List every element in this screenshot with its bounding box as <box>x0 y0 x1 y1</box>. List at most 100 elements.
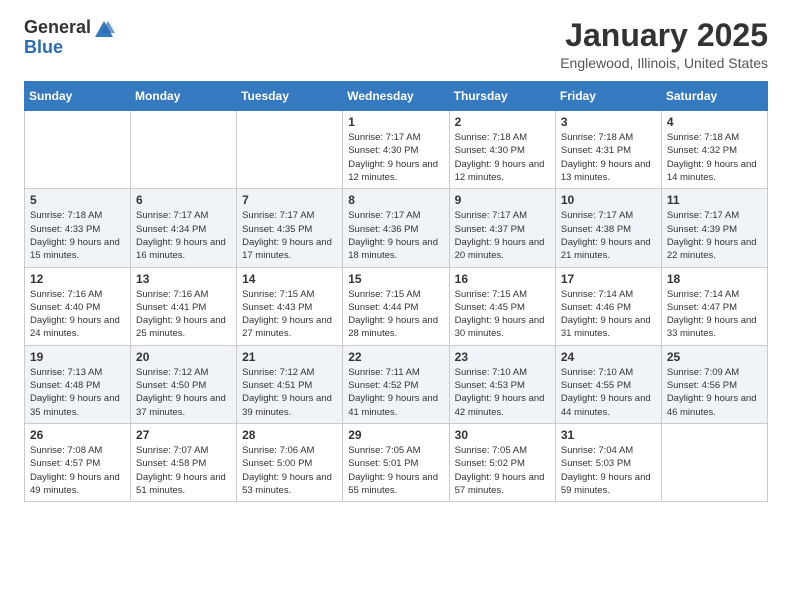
calendar-day-cell: 1Sunrise: 7:17 AM Sunset: 4:30 PM Daylig… <box>343 111 449 189</box>
day-number: 22 <box>348 350 443 364</box>
day-number: 8 <box>348 193 443 207</box>
day-info: Sunrise: 7:13 AM Sunset: 4:48 PM Dayligh… <box>30 366 125 419</box>
logo-general-text: General <box>24 18 91 38</box>
calendar-day-cell: 8Sunrise: 7:17 AM Sunset: 4:36 PM Daylig… <box>343 189 449 267</box>
day-info: Sunrise: 7:18 AM Sunset: 4:30 PM Dayligh… <box>455 131 550 184</box>
day-number: 6 <box>136 193 231 207</box>
day-info: Sunrise: 7:17 AM Sunset: 4:34 PM Dayligh… <box>136 209 231 262</box>
calendar-week-row: 19 Sunrise: 7:13 AM Sunset: 4:48 PM Dayli… <box>25 345 768 423</box>
day-info: Sunrise: 7:12 AM Sunset: 4:50 PM Dayligh… <box>136 366 231 419</box>
day-number: 19 <box>30 350 125 364</box>
day-number: 5 <box>30 193 125 207</box>
calendar-day-cell: 29 Sunrise: 7:05 AM Sunset: 5:01 PM Dayli… <box>343 423 449 501</box>
day-number: 15 <box>348 272 443 286</box>
day-info: Sunrise: 7:15 AM Sunset: 4:43 PM Dayligh… <box>242 288 337 341</box>
calendar-week-row: 5 Sunrise: 7:18 AM Sunset: 4:33 PM Daylig… <box>25 189 768 267</box>
calendar-day-cell <box>237 111 343 189</box>
day-info: Sunrise: 7:04 AM Sunset: 5:03 PM Dayligh… <box>561 444 656 497</box>
calendar-day-cell: 17Sunrise: 7:14 AM Sunset: 4:46 PM Dayli… <box>555 267 661 345</box>
day-number: 23 <box>455 350 550 364</box>
month-title: January 2025 <box>560 18 768 53</box>
logo-blue-text: Blue <box>24 38 115 58</box>
calendar-day-header: Monday <box>131 82 237 111</box>
calendar-day-cell: 7 Sunrise: 7:17 AM Sunset: 4:35 PM Daylig… <box>237 189 343 267</box>
day-info: Sunrise: 7:08 AM Sunset: 4:57 PM Dayligh… <box>30 444 125 497</box>
calendar-day-header: Friday <box>555 82 661 111</box>
calendar-day-cell: 3 Sunrise: 7:18 AM Sunset: 4:31 PM Daylig… <box>555 111 661 189</box>
calendar-day-cell: 13Sunrise: 7:16 AM Sunset: 4:41 PM Dayli… <box>131 267 237 345</box>
day-info: Sunrise: 7:10 AM Sunset: 4:53 PM Dayligh… <box>455 366 550 419</box>
calendar-day-cell: 30 Sunrise: 7:05 AM Sunset: 5:02 PM Dayli… <box>449 423 555 501</box>
calendar-day-cell: 23 Sunrise: 7:10 AM Sunset: 4:53 PM Dayli… <box>449 345 555 423</box>
day-number: 18 <box>667 272 762 286</box>
day-info: Sunrise: 7:05 AM Sunset: 5:01 PM Dayligh… <box>348 444 443 497</box>
day-info: Sunrise: 7:15 AM Sunset: 4:44 PM Dayligh… <box>348 288 443 341</box>
day-number: 4 <box>667 115 762 129</box>
day-info: Sunrise: 7:15 AM Sunset: 4:45 PM Dayligh… <box>455 288 550 341</box>
day-number: 10 <box>561 193 656 207</box>
calendar-day-header: Saturday <box>661 82 767 111</box>
day-info: Sunrise: 7:18 AM Sunset: 4:33 PM Dayligh… <box>30 209 125 262</box>
calendar-day-cell: 14 Sunrise: 7:15 AM Sunset: 4:43 PM Dayli… <box>237 267 343 345</box>
calendar-day-header: Thursday <box>449 82 555 111</box>
day-number: 31 <box>561 428 656 442</box>
calendar-day-cell: 27Sunrise: 7:07 AM Sunset: 4:58 PM Dayli… <box>131 423 237 501</box>
day-number: 21 <box>242 350 337 364</box>
calendar-day-cell <box>25 111 131 189</box>
calendar-day-cell: 2 Sunrise: 7:18 AM Sunset: 4:30 PM Daylig… <box>449 111 555 189</box>
calendar-day-cell: 15 Sunrise: 7:15 AM Sunset: 4:44 PM Dayli… <box>343 267 449 345</box>
day-number: 29 <box>348 428 443 442</box>
calendar-page: General Blue January 2025 Englewood, Ill… <box>0 0 792 502</box>
day-info: Sunrise: 7:16 AM Sunset: 4:40 PM Dayligh… <box>30 288 125 341</box>
day-info: Sunrise: 7:17 AM Sunset: 4:38 PM Dayligh… <box>561 209 656 262</box>
calendar-week-row: 1Sunrise: 7:17 AM Sunset: 4:30 PM Daylig… <box>25 111 768 189</box>
day-info: Sunrise: 7:14 AM Sunset: 4:47 PM Dayligh… <box>667 288 762 341</box>
calendar-day-cell: 16 Sunrise: 7:15 AM Sunset: 4:45 PM Dayli… <box>449 267 555 345</box>
day-number: 2 <box>455 115 550 129</box>
calendar-day-cell: 25Sunrise: 7:09 AM Sunset: 4:56 PM Dayli… <box>661 345 767 423</box>
calendar-table: SundayMondayTuesdayWednesdayThursdayFrid… <box>24 81 768 502</box>
day-number: 7 <box>242 193 337 207</box>
calendar-week-row: 26Sunrise: 7:08 AM Sunset: 4:57 PM Dayli… <box>25 423 768 501</box>
calendar-header-row: SundayMondayTuesdayWednesdayThursdayFrid… <box>25 82 768 111</box>
day-number: 30 <box>455 428 550 442</box>
calendar-day-cell: 19 Sunrise: 7:13 AM Sunset: 4:48 PM Dayli… <box>25 345 131 423</box>
calendar-day-cell: 5 Sunrise: 7:18 AM Sunset: 4:33 PM Daylig… <box>25 189 131 267</box>
calendar-day-cell: 24Sunrise: 7:10 AM Sunset: 4:55 PM Dayli… <box>555 345 661 423</box>
day-number: 28 <box>242 428 337 442</box>
day-number: 14 <box>242 272 337 286</box>
day-info: Sunrise: 7:17 AM Sunset: 4:35 PM Dayligh… <box>242 209 337 262</box>
calendar-day-cell: 22 Sunrise: 7:11 AM Sunset: 4:52 PM Dayli… <box>343 345 449 423</box>
day-info: Sunrise: 7:14 AM Sunset: 4:46 PM Dayligh… <box>561 288 656 341</box>
day-info: Sunrise: 7:17 AM Sunset: 4:39 PM Dayligh… <box>667 209 762 262</box>
day-number: 3 <box>561 115 656 129</box>
day-info: Sunrise: 7:18 AM Sunset: 4:32 PM Dayligh… <box>667 131 762 184</box>
day-number: 25 <box>667 350 762 364</box>
calendar-day-cell: 20Sunrise: 7:12 AM Sunset: 4:50 PM Dayli… <box>131 345 237 423</box>
day-number: 27 <box>136 428 231 442</box>
day-info: Sunrise: 7:18 AM Sunset: 4:31 PM Dayligh… <box>561 131 656 184</box>
location-subtitle: Englewood, Illinois, United States <box>560 55 768 71</box>
day-info: Sunrise: 7:11 AM Sunset: 4:52 PM Dayligh… <box>348 366 443 419</box>
calendar-day-header: Tuesday <box>237 82 343 111</box>
day-info: Sunrise: 7:10 AM Sunset: 4:55 PM Dayligh… <box>561 366 656 419</box>
calendar-week-row: 12Sunrise: 7:16 AM Sunset: 4:40 PM Dayli… <box>25 267 768 345</box>
day-info: Sunrise: 7:05 AM Sunset: 5:02 PM Dayligh… <box>455 444 550 497</box>
calendar-day-cell: 10 Sunrise: 7:17 AM Sunset: 4:38 PM Dayli… <box>555 189 661 267</box>
calendar-day-cell: 28 Sunrise: 7:06 AM Sunset: 5:00 PM Dayli… <box>237 423 343 501</box>
day-number: 1 <box>348 115 443 129</box>
logo-area: General Blue <box>24 18 115 58</box>
calendar-day-cell: 4 Sunrise: 7:18 AM Sunset: 4:32 PM Daylig… <box>661 111 767 189</box>
day-info: Sunrise: 7:12 AM Sunset: 4:51 PM Dayligh… <box>242 366 337 419</box>
calendar-day-cell: 12Sunrise: 7:16 AM Sunset: 4:40 PM Dayli… <box>25 267 131 345</box>
day-info: Sunrise: 7:17 AM Sunset: 4:37 PM Dayligh… <box>455 209 550 262</box>
calendar-day-header: Sunday <box>25 82 131 111</box>
calendar-day-cell <box>131 111 237 189</box>
calendar-day-header: Wednesday <box>343 82 449 111</box>
calendar-day-cell: 26Sunrise: 7:08 AM Sunset: 4:57 PM Dayli… <box>25 423 131 501</box>
day-info: Sunrise: 7:16 AM Sunset: 4:41 PM Dayligh… <box>136 288 231 341</box>
day-number: 16 <box>455 272 550 286</box>
day-info: Sunrise: 7:06 AM Sunset: 5:00 PM Dayligh… <box>242 444 337 497</box>
title-area: January 2025 Englewood, Illinois, United… <box>560 18 768 71</box>
page-header: General Blue January 2025 Englewood, Ill… <box>0 0 792 81</box>
